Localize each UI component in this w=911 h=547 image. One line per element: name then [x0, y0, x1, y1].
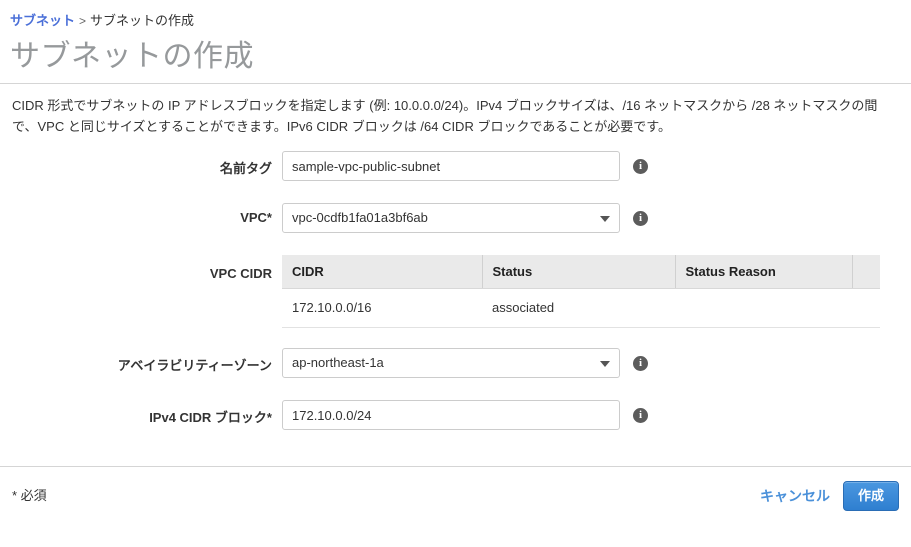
subnet-create-form: 名前タグ i VPC* vpc-0cdfb1fa01a3bf6ab i VPC …	[0, 151, 911, 430]
vpc-select-wrapper: vpc-0cdfb1fa01a3bf6ab	[282, 203, 620, 233]
table-row: 172.10.0.0/16 associated	[282, 288, 880, 328]
cancel-button[interactable]: キャンセル	[760, 481, 830, 511]
breadcrumb-separator: >	[79, 14, 87, 28]
breadcrumb: サブネット > サブネットの作成	[0, 0, 911, 29]
field-vpc-cidr: CIDR Status Status Reason 172.10.0.0/16 …	[272, 255, 880, 328]
column-header-status[interactable]: Status	[482, 255, 676, 289]
form-row-ipv4-cidr-block: IPv4 CIDR ブロック* i	[0, 400, 911, 430]
column-header-extra	[852, 255, 880, 289]
breadcrumb-current: サブネットの作成	[90, 13, 195, 28]
form-row-vpc: VPC* vpc-0cdfb1fa01a3bf6ab i	[0, 203, 911, 233]
vpc-select[interactable]: vpc-0cdfb1fa01a3bf6ab	[282, 203, 620, 233]
column-header-cidr[interactable]: CIDR	[282, 255, 483, 289]
create-button[interactable]: 作成	[842, 481, 899, 511]
vpc-cidr-table: CIDR Status Status Reason 172.10.0.0/16 …	[282, 255, 880, 328]
page-description: CIDR 形式でサブネットの IP アドレスブロックを指定します (例: 10.…	[12, 98, 878, 134]
info-icon[interactable]: i	[633, 356, 648, 371]
name-tag-input[interactable]	[282, 151, 620, 181]
required-note: * 必須	[12, 488, 47, 503]
info-icon[interactable]: i	[633, 211, 648, 226]
cell-extra	[852, 288, 880, 328]
form-row-availability-zone: アベイラビリティーゾーン ap-northeast-1a i	[0, 348, 911, 378]
info-icon[interactable]: i	[633, 159, 648, 174]
cell-status-reason	[675, 288, 852, 328]
form-row-name-tag: 名前タグ i	[0, 151, 911, 181]
label-name-tag: 名前タグ	[219, 161, 272, 176]
title-divider	[0, 83, 911, 84]
breadcrumb-link-subnets[interactable]: サブネット	[10, 13, 75, 28]
field-name-tag: i	[272, 151, 648, 181]
field-vpc: vpc-0cdfb1fa01a3bf6ab i	[272, 203, 648, 233]
info-icon[interactable]: i	[633, 408, 648, 423]
field-ipv4-cidr-block: i	[272, 400, 648, 430]
availability-zone-select[interactable]: ap-northeast-1a	[282, 348, 620, 378]
availability-zone-select-wrapper: ap-northeast-1a	[282, 348, 620, 378]
label-vpc: VPC*	[240, 210, 272, 225]
ipv4-cidr-block-input[interactable]	[282, 400, 620, 430]
label-ipv4-cidr-block: IPv4 CIDR ブロック*	[149, 410, 272, 425]
cell-status: associated	[482, 288, 675, 328]
footer: * 必須 キャンセル 作成	[0, 467, 911, 527]
form-row-vpc-cidr: VPC CIDR CIDR Status Status Reason 172.1…	[0, 255, 911, 328]
cell-cidr: 172.10.0.0/16	[282, 288, 482, 328]
label-vpc-cidr: VPC CIDR	[209, 266, 272, 281]
field-availability-zone: ap-northeast-1a i	[272, 348, 648, 378]
column-header-status-reason[interactable]: Status Reason	[675, 255, 853, 289]
label-availability-zone: アベイラビリティーゾーン	[117, 358, 272, 373]
table-header-row: CIDR Status Status Reason	[282, 255, 880, 289]
footer-actions: キャンセル 作成	[760, 481, 899, 511]
page-title: サブネットの作成	[10, 40, 254, 73]
